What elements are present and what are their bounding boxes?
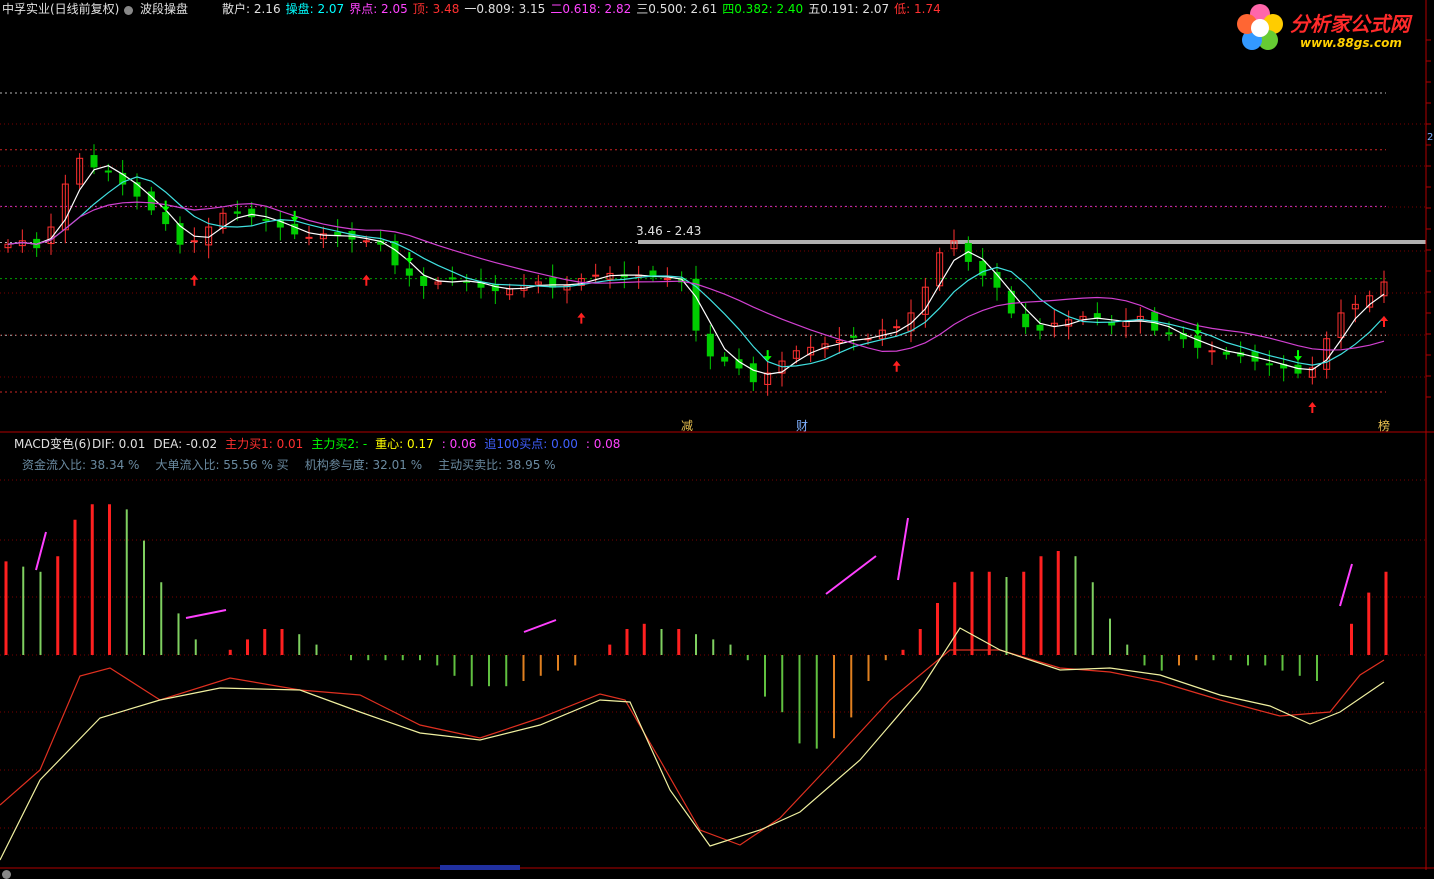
readout-value: -: [359, 437, 368, 451]
main-buy-segment: [1339, 563, 1353, 607]
range-annotation: 3.46 - 2.43: [636, 224, 702, 238]
main-buy-segment: [825, 555, 877, 595]
stat-item: 主动买卖比: 38.95 %: [438, 458, 556, 472]
candle-body: [1036, 324, 1044, 331]
candle-body: [1265, 363, 1273, 366]
readout-item: 重心: 0.17: [375, 437, 434, 451]
readout-item: : 0.06: [442, 437, 477, 451]
money-flow-row: 资金流入比: 38.34 % 大单流入比: 55.56 % 买 机构参与度: 32.…: [22, 456, 572, 473]
readout-value: 0.00: [547, 437, 578, 451]
candle-body: [190, 240, 198, 243]
readout-item: DEA: -0.02: [153, 437, 217, 451]
candle-body: [1208, 350, 1216, 353]
macd-title[interactable]: MACD变色(6): [14, 435, 91, 452]
stat-item: 大单流入比: 55.56 % 买: [155, 458, 289, 472]
buy-arrow-icon: [190, 274, 199, 286]
candle-body: [721, 356, 729, 362]
stat-item: 资金流入比: 38.34 %: [22, 458, 140, 472]
candle-body: [420, 276, 428, 286]
candle-body: [592, 274, 600, 277]
macd-chart: [0, 504, 1388, 861]
readout-value: 0.17: [403, 437, 434, 451]
buy-arrow-icon: [1308, 401, 1317, 413]
buy-arrow-icon: [362, 274, 371, 286]
marker-label-cai: 财: [796, 419, 809, 433]
candle-body: [305, 236, 313, 239]
candle-body: [1165, 332, 1173, 335]
readout-label: 主力买2:: [311, 437, 360, 451]
stat-item: 机构参与度: 32.01 %: [304, 458, 423, 472]
readout-value: 0.01: [114, 437, 146, 451]
candle-body: [549, 277, 557, 288]
readout-label: 重心:: [375, 437, 404, 451]
macd-readouts: DIF: 0.01 DEA: -0.02 主力买1: 0.01 主力买2: - 重心: …: [92, 435, 628, 452]
readout-item: 主力买2: -: [311, 437, 367, 451]
candle-body: [248, 208, 256, 218]
readout-value: 0.01: [272, 437, 304, 451]
dea-line: [0, 627, 1385, 861]
candle-body: [405, 268, 413, 276]
readout-label: 主力买1:: [225, 437, 273, 451]
candle-body: [90, 155, 98, 168]
sell-arrow-icon: [161, 200, 170, 212]
candle-body: [893, 326, 901, 329]
main-buy-segment: [897, 517, 909, 581]
candle-body: [706, 333, 714, 357]
readout-item: 主力买1: 0.01: [225, 437, 303, 451]
marker-label-jian: 减: [681, 419, 694, 433]
buy-arrow-icon: [1380, 316, 1388, 328]
readout-label: DEA:: [153, 437, 183, 451]
candle-body: [1022, 313, 1030, 328]
readout-value: -0.02: [182, 437, 218, 451]
candle-body: [1194, 335, 1202, 348]
readout-label: 追100买点:: [484, 437, 548, 451]
readout-item: : 0.08: [586, 437, 621, 451]
main-buy-segment: [523, 619, 557, 633]
readout-item: 追100买点: 0.00: [484, 437, 578, 451]
main-buy-segment: [185, 609, 227, 619]
sell-arrow-icon: [1294, 350, 1302, 362]
candle-body: [448, 277, 456, 280]
candle-body: [1222, 351, 1230, 355]
readout-item: DIF: 0.01: [92, 437, 145, 451]
sell-arrow-icon: [405, 252, 414, 264]
date-cursor: [440, 865, 520, 870]
buy-arrow-icon: [892, 360, 901, 372]
main-buy-segment: [35, 531, 47, 571]
candle-body: [104, 170, 112, 173]
right-axis-tick: 2: [1427, 132, 1434, 143]
candle-body: [850, 335, 858, 338]
readout-value: 0.08: [589, 437, 621, 451]
candle-body: [749, 363, 757, 383]
candle-body: [1093, 313, 1101, 319]
candle-body: [233, 211, 241, 214]
dif-line: [0, 649, 1385, 846]
buy-arrow-icon: [577, 312, 586, 324]
candle-body: [262, 218, 270, 221]
candle-body: [391, 240, 399, 266]
readout-label: DIF:: [92, 437, 115, 451]
candle-body: [162, 212, 170, 225]
marker-label-bang: 榜: [1378, 419, 1391, 433]
readout-value: 0.06: [445, 437, 477, 451]
